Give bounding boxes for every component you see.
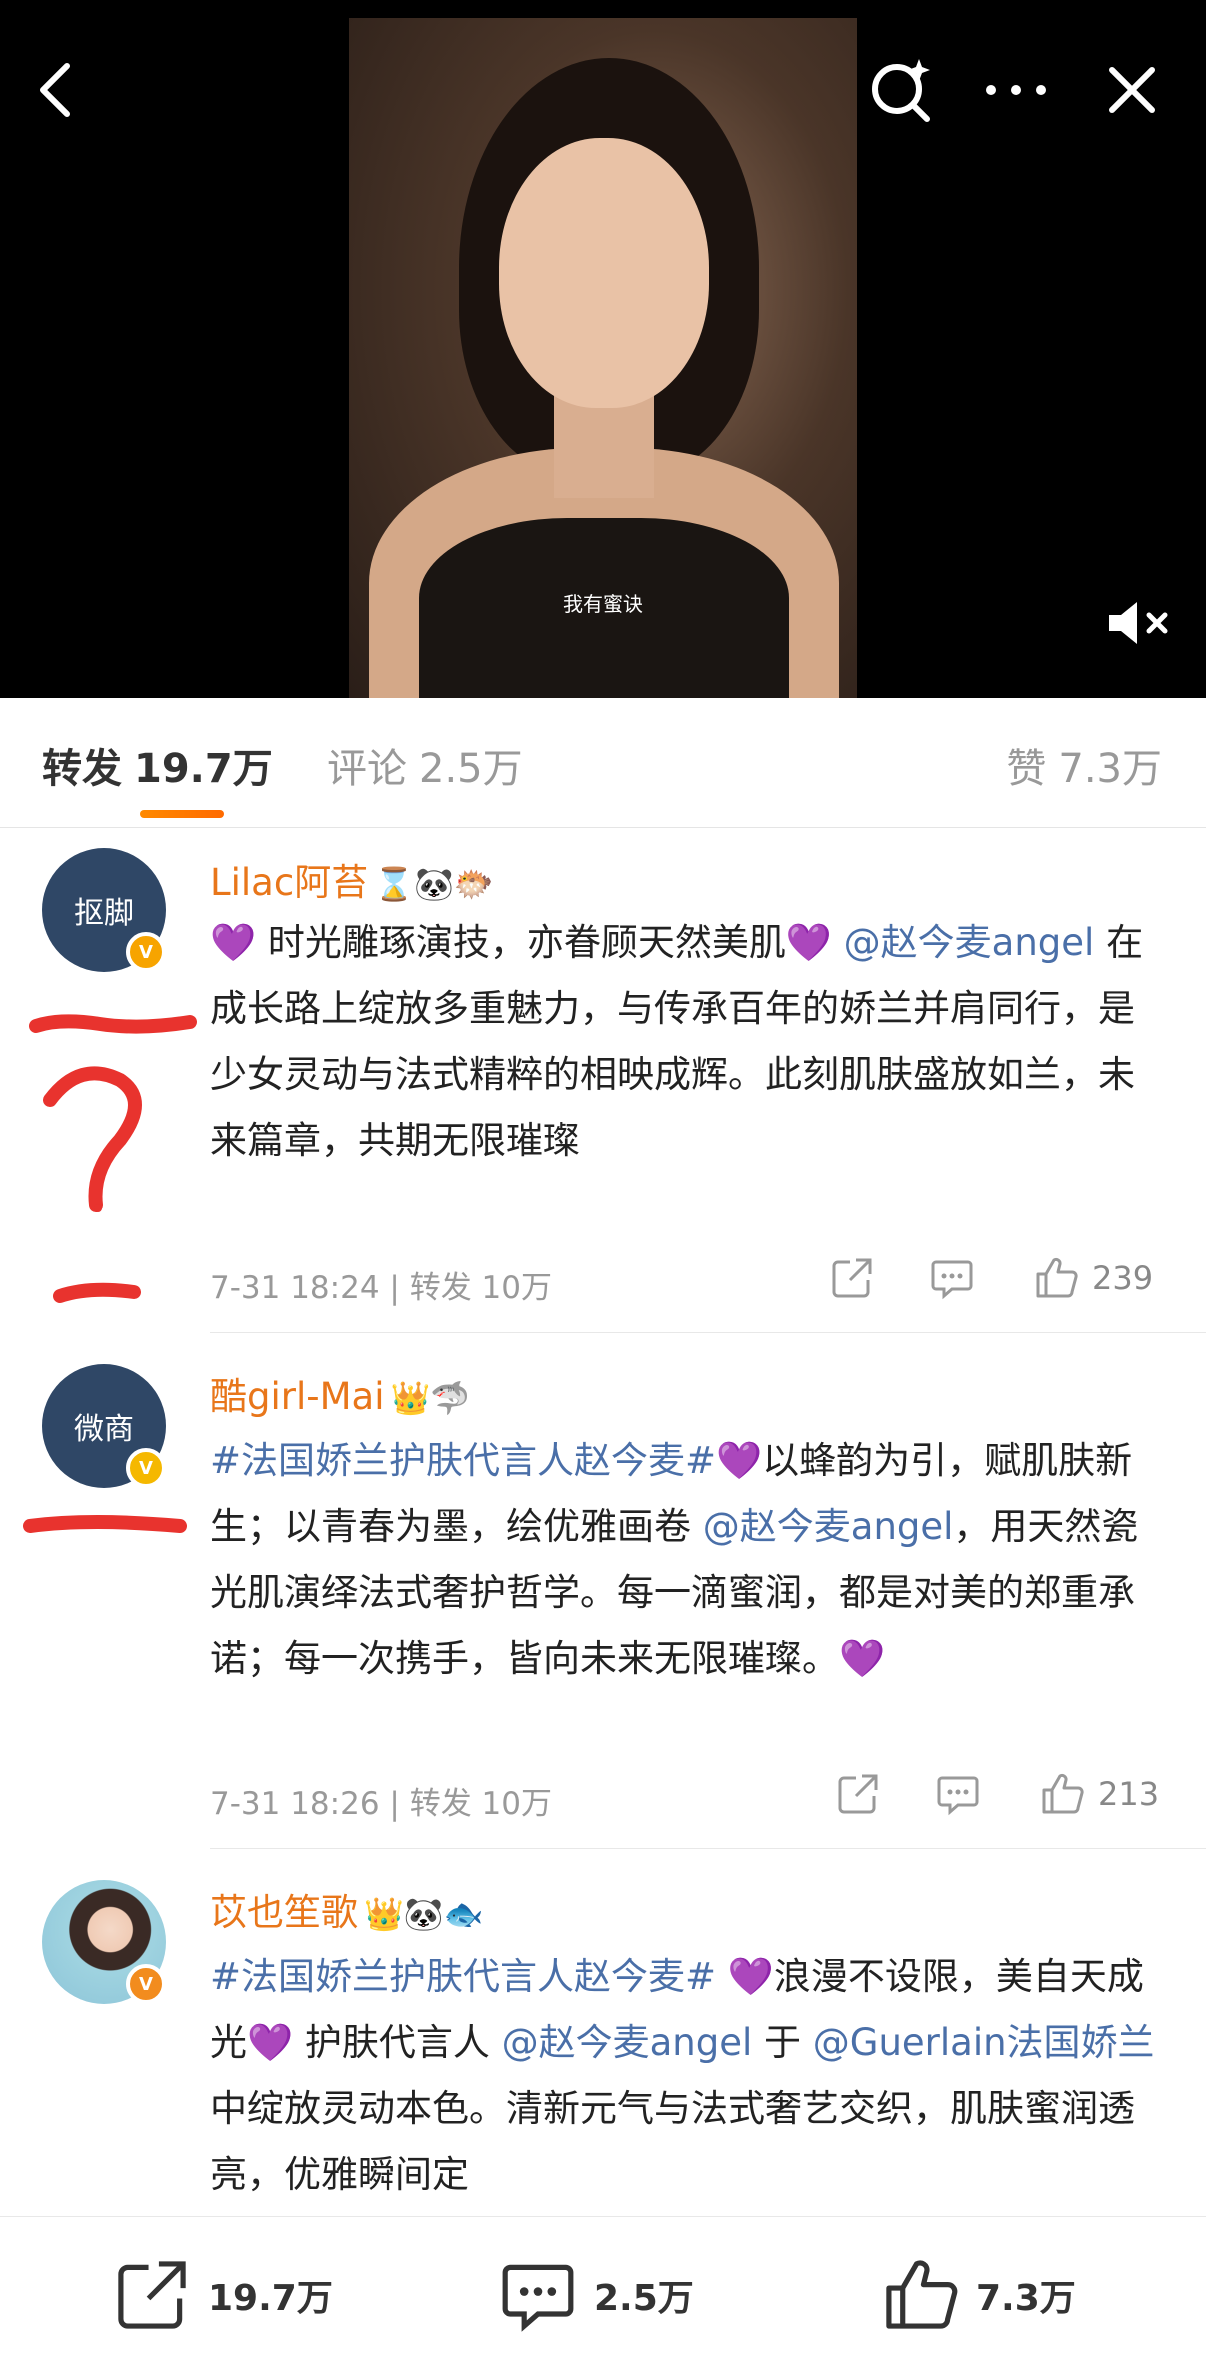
verified-badge-icon: V (126, 1448, 166, 1488)
video-subject-face (499, 138, 709, 408)
share-button[interactable] (836, 1772, 880, 1816)
share-icon (838, 1774, 878, 1814)
username-emojis: ⌛🐼🐡 (374, 865, 494, 903)
bottom-comment-count: 2.5万 (594, 2278, 694, 2319)
video-player[interactable]: 我有蜜诀 (0, 0, 1206, 698)
back-button[interactable] (16, 50, 96, 130)
topic-tag[interactable]: #法国娇兰护肤代言人赵今麦# (210, 1955, 716, 1998)
mention-link[interactable]: @赵今麦angel (502, 2021, 753, 2064)
username[interactable]: 苡也笙歌 👑🐼🐟 (210, 1882, 484, 1936)
topic-tag[interactable]: #法国娇兰护肤代言人赵今麦# (210, 1439, 716, 1482)
tab-active-indicator (140, 810, 224, 818)
bottom-share-button[interactable]: 19.7万 (114, 2257, 333, 2333)
username-emojis: 👑🐼🐟 (364, 1895, 484, 1933)
video-caption: 我有蜜诀 (563, 592, 643, 616)
mention-link[interactable]: @赵今麦angel (703, 1505, 954, 1548)
repost-count: | 转发 10万 (389, 1270, 553, 1306)
repost-text: #法国娇兰护肤代言人赵今麦# 💜浪漫不设限，美自天成光💜 护肤代言人 @赵今麦a… (210, 1944, 1170, 2216)
mute-button[interactable] (1100, 588, 1180, 658)
repost-text-part: 💜 时光雕琢演技，亦眷顾天然美肌💜 (210, 921, 844, 964)
tab-comment-count: 2.5万 (419, 746, 523, 792)
ellipsis-icon (986, 85, 1046, 95)
repost-meta: 7-31 18:26 | 转发 10万 (210, 1778, 552, 1823)
speaker-muted-icon (1109, 602, 1168, 644)
timestamp: 7-31 18:26 (210, 1786, 380, 1822)
comment-button[interactable] (930, 1256, 974, 1300)
share-icon (118, 2261, 186, 2329)
comment-icon (502, 2264, 574, 2332)
close-button[interactable] (1092, 50, 1172, 130)
thumbs-up-icon (1036, 1257, 1078, 1298)
bottom-like-button[interactable]: 7.3万 (882, 2257, 1076, 2333)
username-emojis: 👑🦈 (390, 1379, 471, 1417)
thumbs-up-icon (1042, 1773, 1084, 1814)
mention-link[interactable]: @Guerlain法国娇兰 (813, 2021, 1155, 2064)
divider (210, 1848, 1206, 1849)
share-icon (832, 1258, 872, 1298)
thumbs-up-icon (886, 2260, 958, 2329)
sparkle-search-icon (872, 59, 930, 122)
username[interactable]: Lilac阿苔 ⌛🐼🐡 (210, 852, 494, 906)
comment-button[interactable] (936, 1772, 980, 1816)
repost-meta: 7-31 18:24 | 转发 10万 (210, 1262, 552, 1307)
repost-text: #法国娇兰护肤代言人赵今麦#💜以蜂韵为引，赋肌肤新生；以青春为墨，绘优雅画卷 @… (210, 1428, 1170, 1692)
bottom-share-count: 19.7万 (208, 2278, 333, 2319)
tab-bar: 转发 19.7万 评论 2.5万 赞 7.3万 (0, 698, 1206, 828)
username-text: Lilac阿苔 (210, 861, 369, 904)
chevron-left-icon (40, 63, 70, 117)
tab-repost[interactable]: 转发 19.7万 (42, 736, 273, 794)
tab-repost-label: 转发 (42, 746, 122, 792)
tab-comment[interactable]: 评论 2.5万 (327, 736, 523, 794)
username[interactable]: 酷girl-Mai 👑🦈 (210, 1366, 470, 1420)
tab-like-label: 赞 (1006, 746, 1047, 792)
annotation-scribble (29, 1014, 197, 1303)
repost-text-part: 于 (752, 2021, 813, 2064)
like-button[interactable]: 239 (1034, 1256, 1153, 1300)
like-count: 239 (1092, 1259, 1154, 1297)
repost-text-part: 中绽放灵动本色。清新元气与法式奢艺交织，肌肤蜜润透亮，优雅瞬间定 (210, 2087, 1135, 2196)
verified-badge-icon: V (126, 932, 166, 972)
divider (210, 1332, 1206, 1333)
verified-badge-icon: V (126, 1964, 166, 2004)
tab-comment-label: 评论 (327, 746, 407, 792)
like-button[interactable]: 213 (1040, 1772, 1159, 1816)
avatar-label: 抠脚 (74, 896, 134, 931)
bottom-like-count: 7.3万 (976, 2278, 1076, 2319)
comment-icon (937, 1776, 979, 1816)
repost-text: 💜 时光雕琢演技，亦眷顾天然美肌💜 @赵今麦angel 在成长路上绽放多重魅力，… (210, 910, 1170, 1174)
mention-link[interactable]: @赵今麦angel (844, 921, 1095, 964)
share-button[interactable] (830, 1256, 874, 1300)
tab-like[interactable]: 赞 7.3万 (1006, 736, 1162, 794)
repost-count: | 转发 10万 (389, 1786, 553, 1822)
tab-repost-count: 19.7万 (134, 746, 273, 792)
username-text: 酷girl-Mai (210, 1375, 385, 1418)
avatar-label: 微商 (74, 1412, 134, 1447)
timestamp: 7-31 18:24 (210, 1270, 380, 1306)
bottom-comment-button[interactable]: 2.5万 (500, 2257, 694, 2333)
tab-like-count: 7.3万 (1058, 746, 1162, 792)
bottom-action-bar: 19.7万 2.5万 7.3万 (0, 2216, 1206, 2380)
close-icon (1109, 67, 1155, 113)
visual-search-button[interactable] (862, 50, 942, 130)
username-text: 苡也笙歌 (210, 1891, 358, 1934)
annotation-underline (23, 1515, 187, 1533)
like-count: 213 (1098, 1775, 1160, 1813)
comment-icon (931, 1260, 973, 1300)
more-button[interactable] (976, 50, 1056, 130)
